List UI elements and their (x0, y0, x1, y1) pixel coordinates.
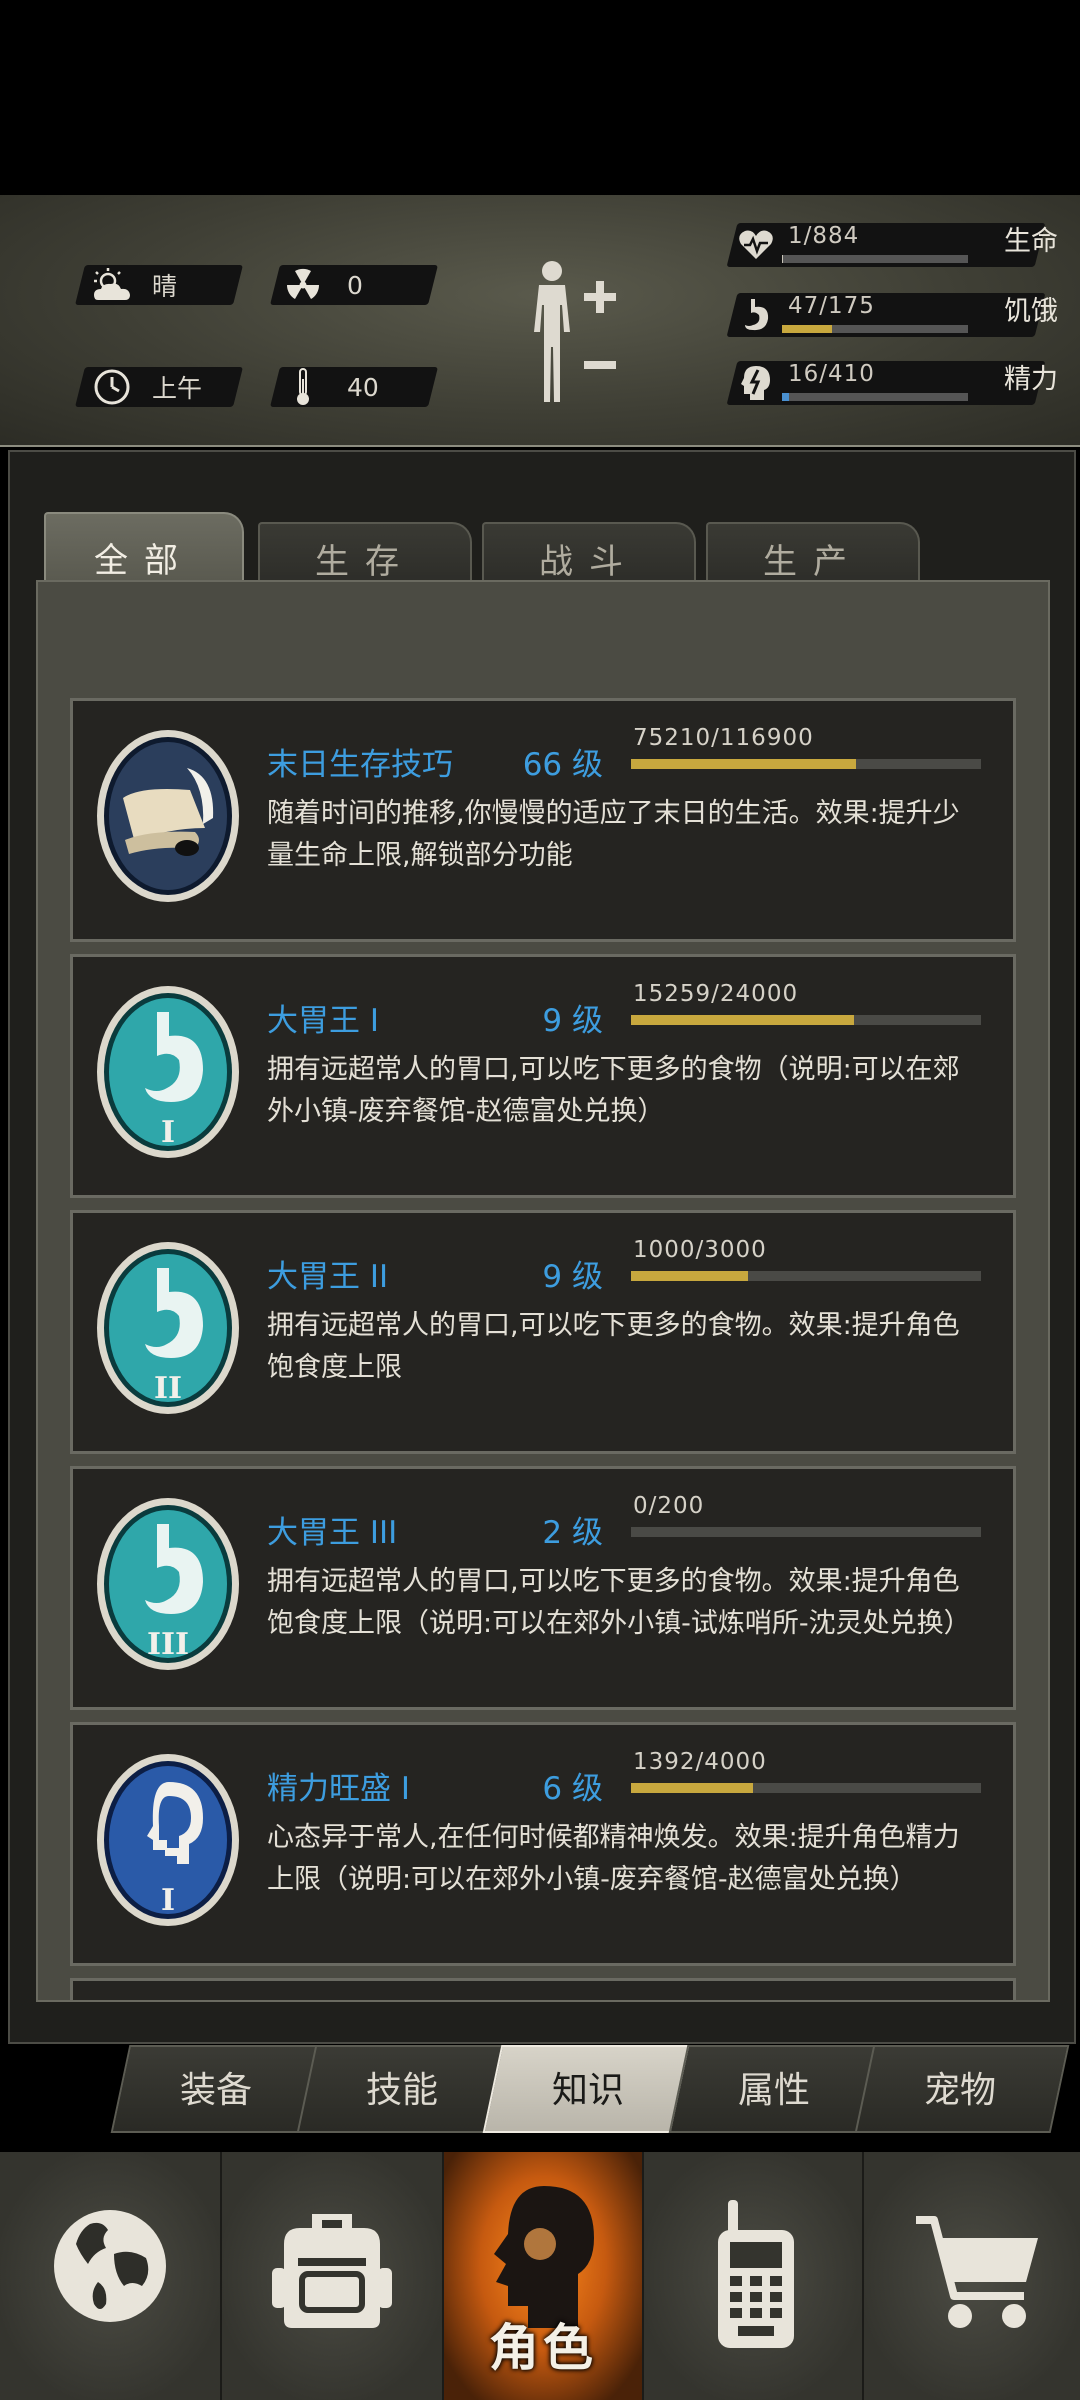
stomach-badge-icon: III (95, 1496, 241, 1672)
health-value: 1/884 (788, 223, 860, 249)
energy-label: 精力 (1004, 364, 1058, 395)
weather-display: 晴 (92, 265, 177, 305)
time-display: 上午 (92, 367, 202, 407)
energy-value: 16/410 (788, 361, 875, 387)
skill-level: 2 级 (542, 1515, 603, 1551)
tab-combat-label: 战斗 (539, 541, 639, 582)
hunger-label: 饥饿 (1004, 296, 1058, 327)
temperature-display: 40 (283, 367, 379, 407)
skill-card[interactable]: II 大胃王 II 9 级 1000/3000 拥有远超常人的胃口,可以吃下更多… (70, 1210, 1016, 1454)
skill-progress-text: 1000/3000 (633, 1237, 767, 1263)
stat-hunger: 47/175 饥饿 (718, 291, 1058, 339)
clock-icon (92, 367, 132, 407)
status-panel: 晴 0 上午 40 1/884 生命 47/175 饥饿 16/410 精力 (0, 195, 1080, 447)
nav-world[interactable] (0, 2152, 222, 2400)
weather-cloud-icon (92, 265, 132, 305)
skill-progress-bar (631, 759, 981, 769)
head-badge-icon: I (95, 1752, 241, 1928)
scroll-quill-icon (95, 728, 241, 904)
bottom-nav: 角色 (0, 2152, 1080, 2400)
backpack-icon (268, 2208, 396, 2336)
walkie-talkie-icon (714, 2200, 798, 2354)
skill-progress-bar (631, 1271, 981, 1281)
skill-card[interactable]: I 精力旺盛 I 6 级 1392/4000 心态异于常人,在任何时候都精神焕发… (70, 1722, 1016, 1966)
health-label: 生命 (1004, 226, 1058, 257)
globe-icon (50, 2204, 170, 2338)
skill-list[interactable]: 末日生存技巧 66 级 75210/116900 随着时间的推移,你慢慢的适应了… (36, 580, 1050, 2002)
knowledge-panel: 全部 生存 战斗 生产 末日生存技巧 66 级 75210/116900 随着时… (8, 450, 1076, 2044)
subtab-knowledge[interactable]: 知识 (492, 2045, 684, 2129)
category-tabs: 全部 生存 战斗 生产 (36, 482, 1046, 600)
skill-progress-bar (631, 1783, 981, 1793)
hunger-value: 47/175 (788, 293, 875, 319)
nav-character-label: 角色 (489, 2319, 597, 2377)
skill-description: 随着时间的推移,你慢慢的适应了末日的生活。效果:提升少量生命上限,解锁部分功能 (267, 798, 960, 871)
subtab-pets[interactable]: 宠物 (864, 2045, 1056, 2129)
numeral-label: II (154, 1371, 182, 1406)
stomach-badge-icon: I (95, 984, 241, 1160)
skill-card[interactable] (70, 1978, 1016, 2000)
nav-character[interactable]: 角色 (444, 2152, 644, 2400)
body-condition-button[interactable] (522, 257, 622, 407)
skill-name: 大胃王 I (267, 1003, 379, 1039)
numeral-label: I (161, 1115, 175, 1150)
subtab-equipment[interactable]: 装备 (120, 2045, 312, 2129)
nav-radio[interactable] (644, 2152, 864, 2400)
skill-card[interactable]: 末日生存技巧 66 级 75210/116900 随着时间的推移,你慢慢的适应了… (70, 698, 1016, 942)
skill-level: 9 级 (542, 1003, 603, 1039)
health-bar (782, 255, 968, 263)
skill-progress-bar (631, 1015, 981, 1025)
body-plus-minus-icon (522, 261, 622, 411)
skill-progress-text: 15259/24000 (633, 981, 799, 1007)
skill-level: 9 级 (542, 1259, 603, 1295)
skill-progress-text: 1392/4000 (633, 1749, 767, 1775)
numeral-label: I (161, 1883, 175, 1918)
tab-production-label: 生产 (763, 541, 863, 582)
nav-backpack[interactable] (222, 2152, 444, 2400)
stomach-badge-icon: II (95, 1240, 241, 1416)
subtab-attributes[interactable]: 属性 (678, 2045, 870, 2129)
hunger-bar (782, 325, 968, 333)
nav-shop[interactable] (864, 2152, 1080, 2400)
character-subtabs: 装备 技能 知识 属性 宠物 (100, 2045, 1070, 2133)
skill-level: 66 级 (522, 747, 603, 783)
heart-pulse-icon (736, 225, 776, 265)
skill-card[interactable]: III 大胃王 III 2 级 0/200 拥有远超常人的胃口,可以吃下更多的食… (70, 1466, 1016, 1710)
skill-name: 精力旺盛 I (267, 1771, 410, 1807)
skill-description: 拥有远超常人的胃口,可以吃下更多的食物。效果:提升角色饱食度上限 (267, 1310, 960, 1383)
skill-name: 大胃王 III (267, 1515, 398, 1551)
radiation-value: 0 (347, 270, 363, 300)
stat-energy: 16/410 精力 (718, 359, 1058, 407)
radiation-display: 0 (283, 265, 363, 305)
skill-progress-text: 75210/116900 (633, 725, 814, 751)
subtab-skills[interactable]: 技能 (306, 2045, 498, 2129)
skill-level: 6 级 (542, 1771, 603, 1807)
skill-card[interactable]: I 大胃王 I 9 级 15259/24000 拥有远超常人的胃口,可以吃下更多… (70, 954, 1016, 1198)
skill-name: 末日生存技巧 (267, 747, 453, 783)
stat-health: 1/884 生命 (718, 221, 1058, 269)
temperature-value: 40 (347, 372, 379, 402)
skill-progress-text: 0/200 (633, 1493, 705, 1519)
skill-name: 大胃王 II (267, 1259, 389, 1295)
thermometer-icon (283, 367, 323, 407)
skill-description: 拥有远超常人的胃口,可以吃下更多的食物。效果:提升角色饱食度上限（说明:可以在郊… (267, 1566, 971, 1639)
tab-all-label: 全部 (94, 540, 194, 581)
weather-label: 晴 (152, 272, 178, 301)
tab-survival-label: 生存 (315, 541, 415, 582)
numeral-label: III (147, 1627, 189, 1662)
cart-icon (914, 2212, 1042, 2340)
skill-description: 拥有远超常人的胃口,可以吃下更多的食物（说明:可以在郊外小镇-废弃餐馆-赵德富处… (267, 1054, 960, 1127)
energy-bar (782, 393, 968, 401)
time-label: 上午 (152, 374, 203, 403)
skill-progress-bar (631, 1527, 981, 1537)
radiation-icon (283, 265, 323, 305)
brain-lightning-icon (736, 363, 776, 403)
stomach-icon (736, 295, 776, 335)
skill-description: 心态异于常人,在任何时候都精神焕发。效果:提升角色精力上限（说明:可以在郊外小镇… (267, 1822, 960, 1895)
